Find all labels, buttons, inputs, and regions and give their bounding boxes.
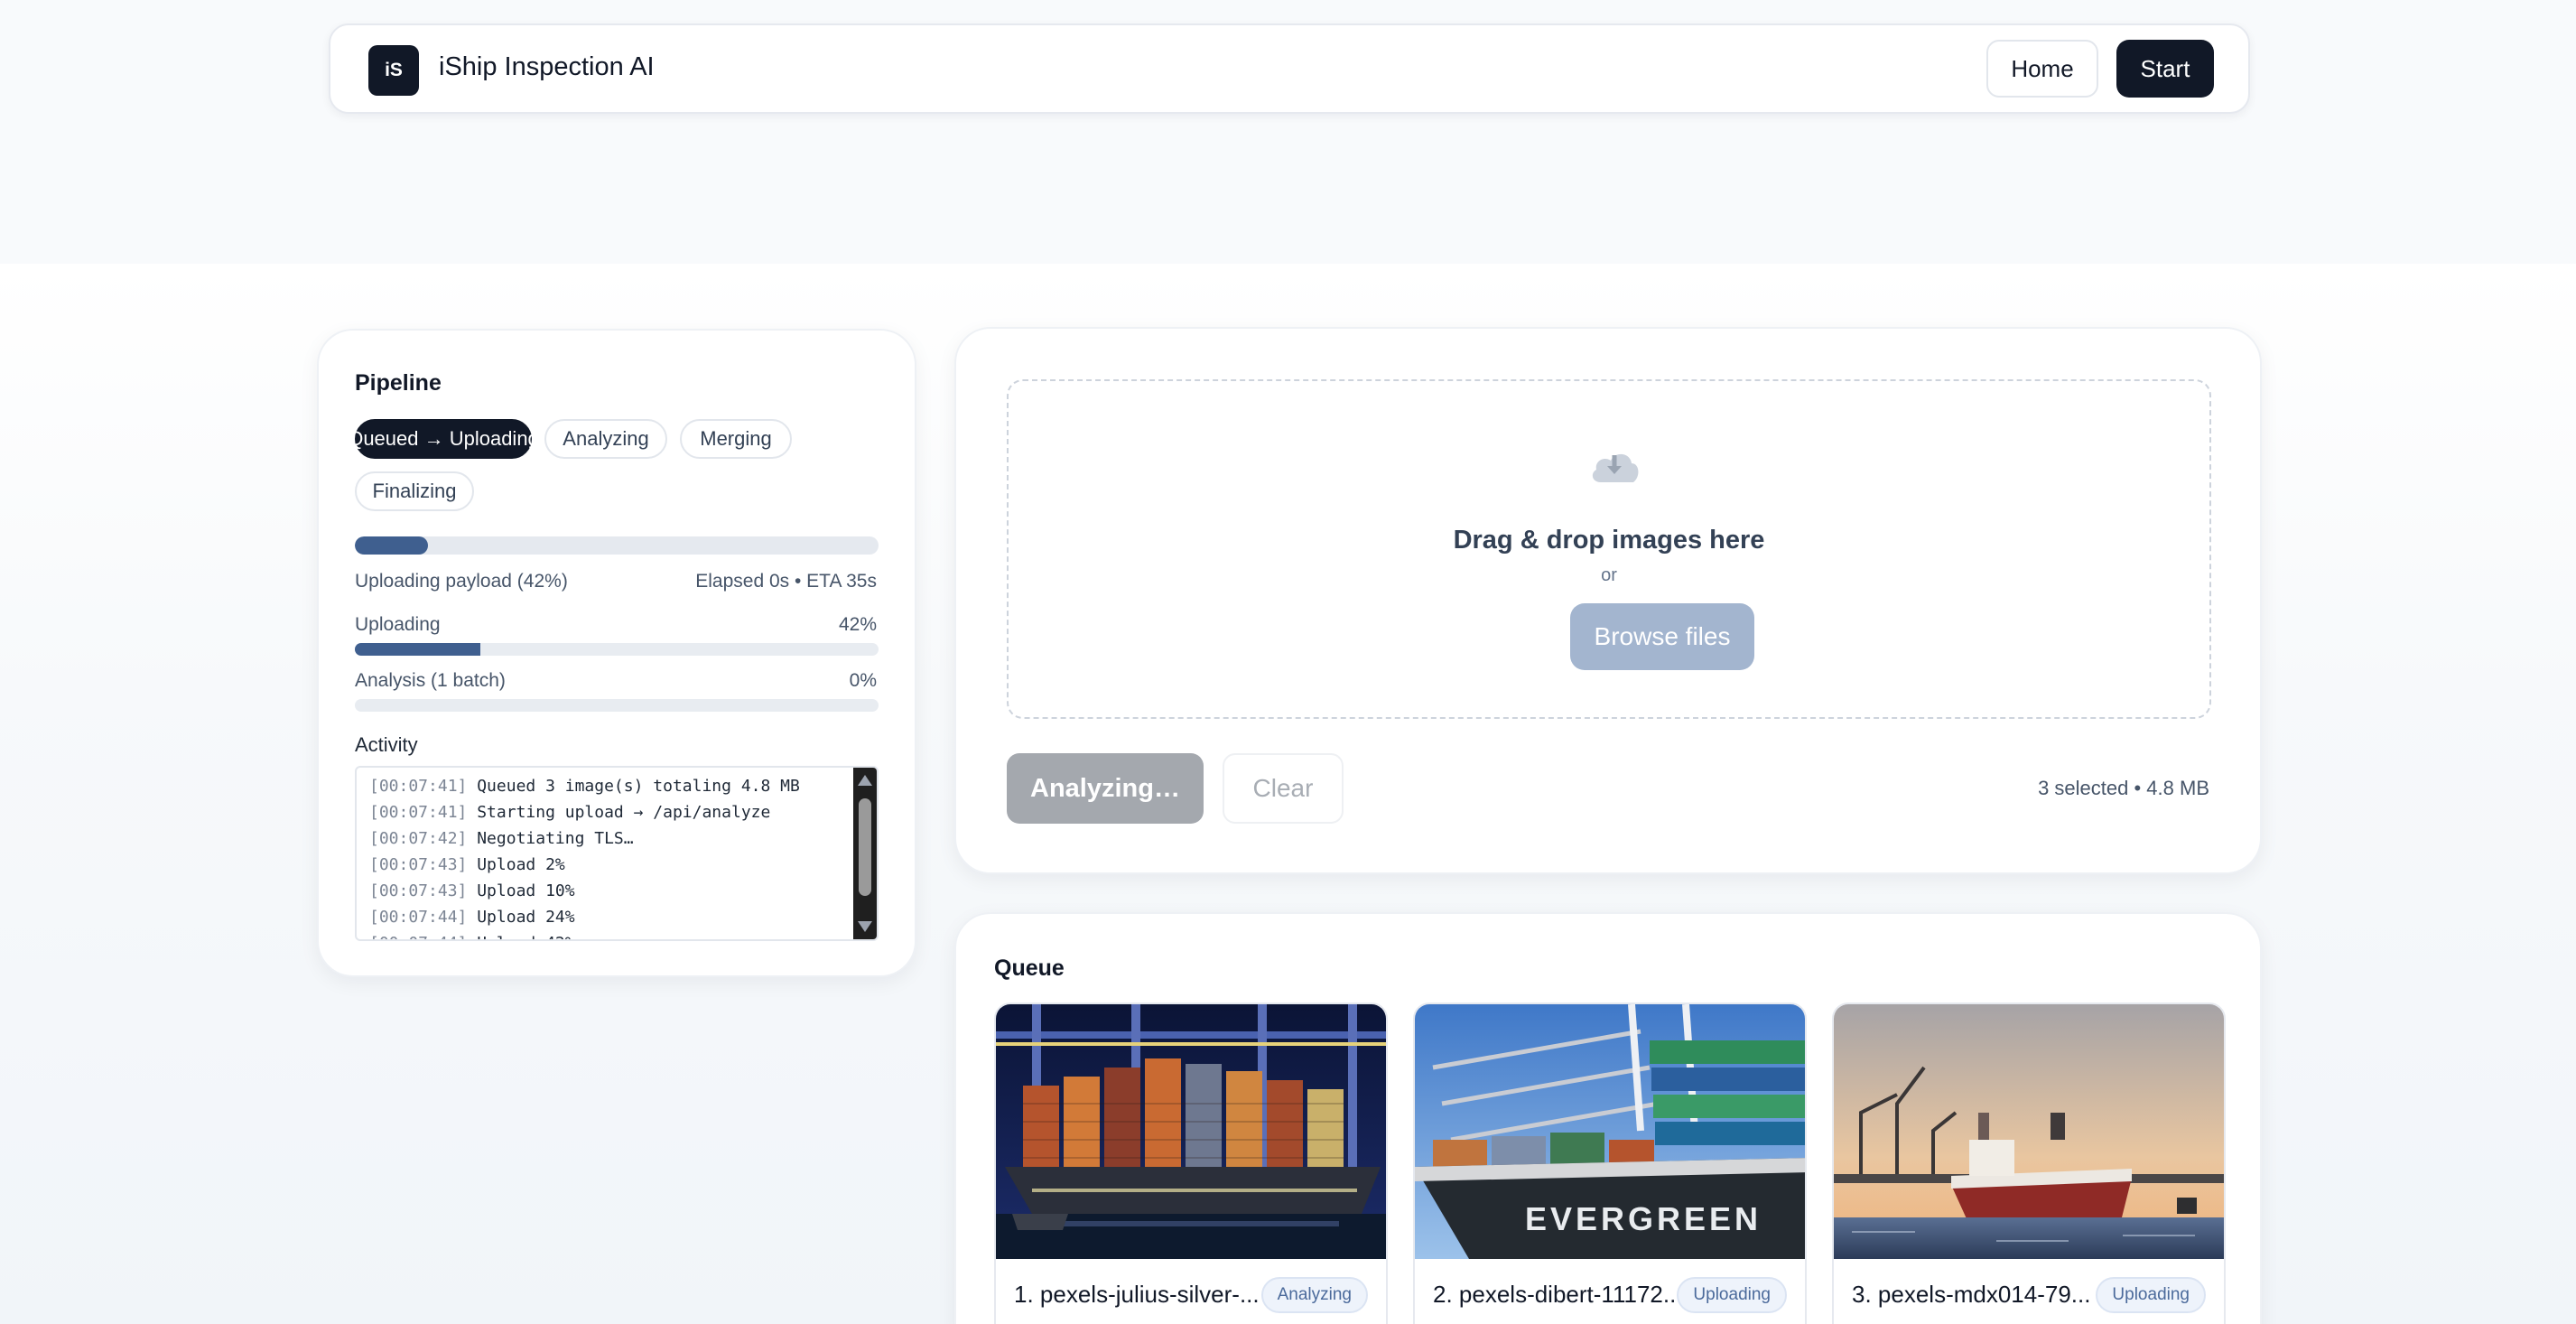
cloud-upload-icon <box>1592 453 1639 482</box>
queue-item[interactable]: EVERGREEN 2. pexels-dibert-11172... Uplo… <box>1413 1002 1807 1324</box>
stage-chip-analyzing: Analyzing <box>544 419 667 459</box>
log-line: [00:07:41] Starting upload → /api/analyz… <box>369 799 848 825</box>
log-timestamp: [00:07:41] <box>369 777 468 796</box>
log-line: [00:07:43] Upload 2% <box>369 852 848 878</box>
log-message: Upload 10% <box>477 881 575 900</box>
analysis-progress-percent: 0% <box>849 670 877 691</box>
stage-chip-merging: Merging <box>680 419 792 459</box>
top-navbar: iS iShip Inspection AI Home Start <box>329 23 2250 114</box>
log-message: Upload 42% <box>477 934 574 939</box>
activity-log[interactable]: [00:07:41] Queued 3 image(s) totaling 4.… <box>355 766 879 941</box>
dropzone-or-text: or <box>1601 565 1617 585</box>
log-message: Upload 24% <box>477 908 575 927</box>
log-timestamp: [00:07:44] <box>369 908 468 927</box>
queue-item-name: 2. pexels-dibert-11172... <box>1433 1281 1683 1308</box>
log-line: [00:07:42] Negotiating TLS… <box>369 825 848 852</box>
log-message: Upload 2% <box>477 855 565 874</box>
upload-progress-percent: 42% <box>838 614 877 635</box>
log-message: Starting upload → /api/analyze <box>477 803 771 822</box>
brand-title[interactable]: iShip Inspection AI <box>439 52 655 82</box>
queue-item-thumbnail <box>996 1004 1386 1259</box>
upload-progress-fill <box>355 643 481 656</box>
log-timestamp: [00:07:41] <box>369 803 468 822</box>
log-message: Negotiating TLS… <box>477 829 634 848</box>
pipeline-card: Pipeline Queued → Uploading Analyzing Me… <box>317 329 916 977</box>
stage-chip-finalizing: Finalizing <box>355 471 474 511</box>
upload-progress-bar <box>355 643 879 656</box>
home-button[interactable]: Home <box>1986 40 2098 98</box>
tanker-sunset-image <box>1834 1004 2224 1259</box>
status-badge: Uploading <box>1677 1277 1787 1313</box>
log-line: [00:07:44] Upload 42% <box>369 930 848 939</box>
analysis-progress-bar <box>355 699 879 712</box>
overall-progress-bar <box>355 536 879 555</box>
ship-brand-text: EVERGREEN <box>1525 1200 1762 1237</box>
queue-item-thumbnail <box>1834 1004 2224 1259</box>
log-line: [00:07:44] Upload 24% <box>369 904 848 930</box>
queue-card: Queue 1. pexels-julius-silver-... Analyz… <box>954 912 2262 1324</box>
activity-label: Activity <box>355 733 418 756</box>
activity-log-lines: [00:07:41] Queued 3 image(s) totaling 4.… <box>369 773 848 939</box>
log-line: [00:07:43] Upload 10% <box>369 878 848 904</box>
activity-log-scrollbar[interactable] <box>853 768 877 939</box>
container-ship-night-image <box>996 1004 1386 1259</box>
log-timestamp: [00:07:43] <box>369 881 468 900</box>
queue-title: Queue <box>994 956 1065 981</box>
scroll-up-arrow-icon[interactable] <box>858 775 872 786</box>
log-message: Queued 3 image(s) totaling 4.8 MB <box>477 777 800 796</box>
clear-button[interactable]: Clear <box>1223 753 1344 824</box>
pipeline-timing-text: Elapsed 0s • ETA 35s <box>695 571 877 592</box>
pipeline-title: Pipeline <box>355 370 442 396</box>
queue-item-thumbnail: EVERGREEN <box>1415 1004 1805 1259</box>
evergreen-ship-image: EVERGREEN <box>1415 1004 1805 1259</box>
dropzone-title: Drag & drop images here <box>1453 526 1765 555</box>
scroll-down-arrow-icon[interactable] <box>858 921 872 932</box>
stage-chip-queued-uploading: Queued → Uploading <box>348 419 539 459</box>
queue-item[interactable]: 1. pexels-julius-silver-... Analyzing <box>994 1002 1388 1324</box>
selection-info: 3 selected • 4.8 MB <box>2038 777 2209 799</box>
analysis-progress-label: Analysis (1 batch) <box>355 670 506 691</box>
dropzone[interactable]: Drag & drop images here or Browse files <box>1007 379 2211 719</box>
status-badge: Analyzing <box>1260 1277 1368 1313</box>
queue-item[interactable]: 3. pexels-mdx014-79... Uploading <box>1832 1002 2226 1324</box>
upload-card: Drag & drop images here or Browse files … <box>954 327 2262 874</box>
start-button[interactable]: Start <box>2116 40 2214 98</box>
queue-item-name: 1. pexels-julius-silver-... <box>1014 1281 1260 1308</box>
browse-files-button[interactable]: Browse files <box>1570 603 1754 670</box>
log-line: [00:07:41] Queued 3 image(s) totaling 4.… <box>369 773 848 799</box>
status-badge: Uploading <box>2096 1277 2206 1313</box>
upload-progress-label: Uploading <box>355 614 441 635</box>
scrollbar-thumb[interactable] <box>859 798 871 896</box>
brand-logo[interactable]: iS <box>368 45 419 96</box>
pipeline-status-text: Uploading payload (42%) <box>355 571 568 592</box>
log-timestamp: [00:07:43] <box>369 855 468 874</box>
overall-progress-fill <box>355 536 429 555</box>
analyze-button[interactable]: Analyzing… <box>1007 753 1204 824</box>
log-timestamp: [00:07:44] <box>369 934 467 939</box>
queue-item-name: 3. pexels-mdx014-79... <box>1852 1281 2091 1308</box>
log-timestamp: [00:07:42] <box>369 829 468 848</box>
